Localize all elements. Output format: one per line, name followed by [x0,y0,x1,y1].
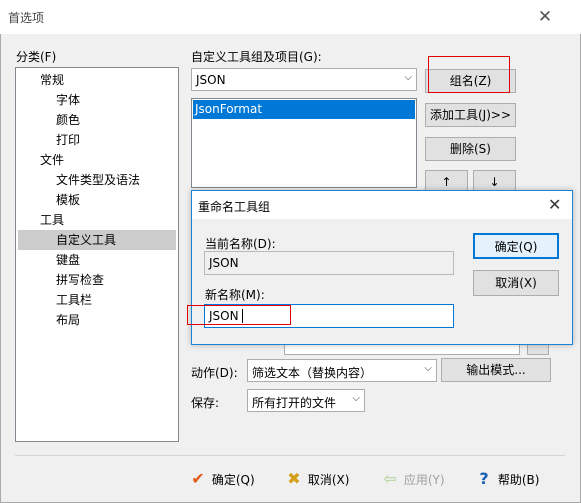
apply-button[interactable]: ⇦ 应用(Y) [380,467,445,491]
output-mode-button[interactable]: 输出模式... [441,358,551,382]
dialog-cancel-button[interactable]: 取消(X) [473,270,559,296]
dialog-ok-button[interactable]: 确定(Q) [473,233,559,259]
current-name-value: JSON [209,256,239,270]
cancel-label: 取消(X) [307,473,350,487]
tree-item[interactable]: 颜色 [18,110,176,130]
action-select[interactable]: 筛选文本（替换内容） ⌵ [247,359,437,382]
arrow-up-icon: ↑ [441,175,452,189]
help-button[interactable]: ? 帮助(B) [474,467,539,491]
chevron-down-icon: ⌵ [424,363,432,374]
action-value: 筛选文本（替换内容） [252,366,373,380]
save-label: 保存: [191,396,220,410]
tree-item[interactable]: 拼写检查 [18,270,176,290]
arrow-left-icon: ⇦ [383,469,397,488]
help-label: 帮助(B) [497,473,540,487]
checkmark-icon: ✔ [191,469,205,488]
tree-item[interactable]: 打印 [18,130,176,150]
tree-item[interactable]: 常规 [18,70,176,90]
close-icon[interactable]: ✕ [548,195,561,214]
cross-icon: ✖ [287,469,301,488]
tree-item[interactable]: 工具 [18,210,176,230]
highlight-box [428,56,510,93]
delete-button[interactable]: 删除(S) [425,137,516,161]
tree-item[interactable]: 文件 [18,150,176,170]
tool-group-value: JSON [196,73,226,87]
divider [15,455,565,456]
tool-group-select[interactable]: JSON ⌵ [191,68,417,91]
arrow-down-icon: ↓ [489,175,500,189]
tree-item[interactable]: 模板 [18,190,176,210]
current-name-label: 当前名称(D): [205,237,276,251]
tree-item[interactable]: 工具栏 [18,290,176,310]
ok-button[interactable]: ✔ 确定(Q) [188,467,255,491]
category-tree[interactable]: 常规 字体 颜色 打印 文件 文件类型及语法 模板 工具 自定义工具 键盘 拼写检查 工具栏 布局 [15,67,179,442]
list-item[interactable]: JsonFormat [193,100,415,119]
tool-list[interactable]: JsonFormat [191,98,417,188]
current-name-field: JSON [204,251,454,275]
help-icon: ? [479,469,489,488]
window-title: 首选项 [8,11,45,25]
cancel-button[interactable]: ✖ 取消(X) [284,467,349,491]
save-select[interactable]: 所有打开的文件 ⌵ [247,389,365,412]
category-label: 分类(F) [16,50,57,64]
rename-dialog: 重命名工具组 ✕ 当前名称(D): JSON 新名称(M): JSON 确定(Q… [187,190,573,345]
title-bar [0,0,581,34]
tree-item[interactable]: 自定义工具 [18,230,176,250]
chevron-down-icon: ⌵ [352,393,360,404]
apply-label: 应用(Y) [403,473,445,487]
highlight-box [187,305,291,325]
ok-label: 确定(Q) [211,473,255,487]
tree-item[interactable]: 字体 [18,90,176,110]
add-tool-button[interactable]: 添加工具(J)>> [425,103,516,127]
chevron-down-icon: ⌵ [404,72,412,83]
save-value: 所有打开的文件 [252,396,337,410]
action-label: 动作(D): [191,366,238,380]
tree-item[interactable]: 键盘 [18,250,176,270]
new-name-label: 新名称(M): [205,288,265,302]
dialog-title: 重命名工具组 [198,200,271,214]
tree-item[interactable]: 布局 [18,310,176,330]
close-icon[interactable]: ✕ [534,6,556,28]
tree-item[interactable]: 文件类型及语法 [18,170,176,190]
tool-group-label: 自定义工具组及项目(G): [191,50,322,64]
